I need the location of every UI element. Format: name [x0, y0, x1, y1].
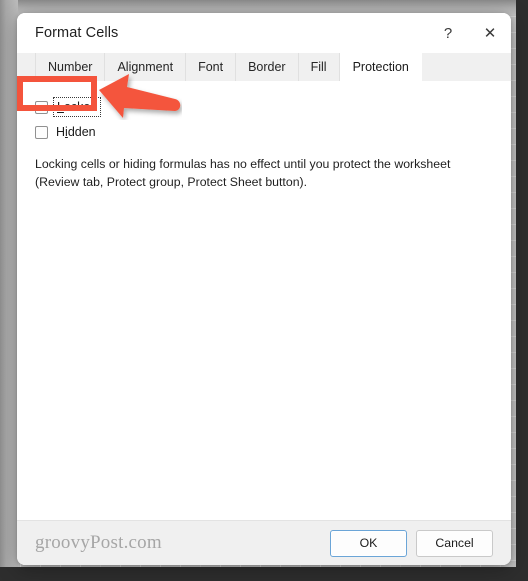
close-button[interactable]: ✕	[469, 13, 511, 53]
dialog-title: Format Cells	[35, 25, 119, 41]
locked-label-rest: ocked	[63, 100, 98, 114]
tab-label: Number	[48, 60, 93, 74]
protection-help-text: Locking cells or hiding formulas has no …	[35, 157, 451, 190]
worksheet-top-shade	[0, 0, 528, 14]
screen: Format Cells ? ✕ Number Alignment Font B…	[0, 0, 528, 581]
tab-fill[interactable]: Fill	[298, 53, 340, 81]
ok-button-label: OK	[359, 536, 378, 550]
cancel-button[interactable]: Cancel	[416, 529, 493, 557]
locked-checkbox[interactable]	[35, 100, 48, 114]
tab-label: Font	[198, 60, 224, 74]
tab-label: Fill	[310, 60, 327, 74]
question-mark-icon: ?	[443, 24, 453, 42]
worksheet-left-shade	[0, 0, 18, 581]
hidden-checkbox[interactable]	[35, 125, 48, 139]
tab-label: Protection	[352, 60, 409, 74]
dialog-footer: groovyPost.com OK Cancel	[17, 520, 511, 565]
screen-edge-right	[516, 0, 528, 581]
locked-accelerator: L	[57, 100, 64, 114]
hidden-label-start: H	[56, 125, 66, 139]
tab-number[interactable]: Number	[35, 53, 106, 81]
ok-button[interactable]: OK	[330, 529, 407, 557]
screen-edge-bottom	[0, 567, 528, 581]
tab-border[interactable]: Border	[236, 53, 299, 81]
tab-label: Border	[248, 60, 286, 74]
hidden-checkbox-row[interactable]: Hidden	[35, 121, 493, 143]
watermark: groovyPost.com	[35, 532, 162, 553]
format-cells-dialog: Format Cells ? ✕ Number Alignment Font B…	[17, 13, 511, 565]
cancel-button-label: Cancel	[435, 536, 474, 550]
tab-font[interactable]: Font	[186, 53, 237, 81]
hidden-checkbox-label[interactable]: Hidden	[56, 125, 96, 139]
tab-protection[interactable]: Protection	[339, 53, 422, 81]
tab-alignment[interactable]: Alignment	[105, 53, 187, 81]
locked-checkbox-label[interactable]: Locked	[52, 97, 102, 117]
help-button[interactable]: ?	[427, 13, 469, 53]
protection-panel: Locked Hidden Locking cells or hiding fo…	[17, 82, 511, 520]
tabstrip: Number Alignment Font Border Fill Protec…	[17, 53, 511, 82]
hidden-label-rest: dden	[67, 125, 96, 139]
dialog-titlebar[interactable]: Format Cells ? ✕	[17, 13, 511, 53]
close-icon: ✕	[483, 24, 497, 42]
locked-checkbox-row[interactable]: Locked	[35, 96, 493, 118]
tab-label: Alignment	[117, 60, 174, 74]
